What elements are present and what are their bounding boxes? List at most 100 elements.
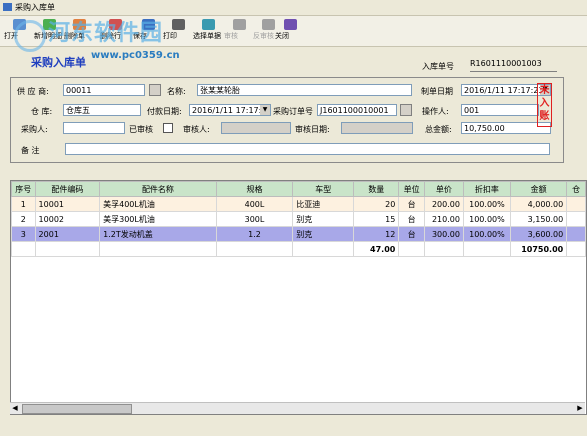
scroll-thumb[interactable] <box>22 404 132 414</box>
auditor-label: 审核人: <box>183 125 210 134</box>
operator-field[interactable]: 001 <box>461 104 539 116</box>
column-header[interactable]: 金额 <box>509 181 568 197</box>
table-cell[interactable]: 别克 <box>292 226 355 242</box>
table-cell <box>293 369 354 383</box>
table-row[interactable]: 1 10001 美孚400L机油 400L 比亚迪 20 台 200.00 100.00% 4,0… <box>11 196 586 212</box>
table-cell[interactable]: 比亚迪 <box>292 196 355 212</box>
column-header[interactable]: 数量 <box>353 181 400 197</box>
table-cell[interactable]: 台 <box>398 226 425 242</box>
table-cell <box>100 327 217 341</box>
table-cell[interactable]: 1 <box>11 196 36 212</box>
table-cell[interactable]: 台 <box>398 211 425 227</box>
table-cell[interactable]: 2001 <box>34 226 101 242</box>
paydate-value: 2016/1/11 17:17:2 <box>192 106 267 115</box>
column-header[interactable]: 仓 <box>566 181 586 197</box>
table-cell[interactable] <box>566 226 586 242</box>
table-cell <box>567 327 586 341</box>
table-cell[interactable]: 1.2T发动机盖 <box>99 226 217 242</box>
table-cell <box>567 257 586 272</box>
column-header[interactable]: 序号 <box>11 181 36 197</box>
empty-row <box>12 257 586 272</box>
table-cell <box>567 285 586 299</box>
po-picker-button[interactable] <box>400 104 412 116</box>
column-header[interactable]: 单位 <box>398 181 425 197</box>
table-cell <box>99 241 217 257</box>
table-cell <box>100 341 217 355</box>
table-cell[interactable]: 10001 <box>34 196 101 212</box>
table-cell <box>463 299 510 313</box>
audited-checkbox[interactable] <box>163 123 173 133</box>
table-cell <box>510 383 566 397</box>
column-header[interactable]: 折扣率 <box>462 181 511 197</box>
table-cell <box>567 299 586 313</box>
column-header[interactable]: 单价 <box>423 181 464 197</box>
table-cell[interactable]: 3 <box>11 226 36 242</box>
toolbar-icon <box>232 19 246 30</box>
total-qty: 47.00 <box>353 241 400 257</box>
table-cell[interactable]: 100.00% <box>462 226 511 242</box>
table-cell <box>424 313 463 327</box>
table-cell <box>216 257 293 272</box>
supplier-name-field[interactable]: 张某某轮胎 <box>197 84 412 96</box>
table-cell <box>399 257 425 272</box>
date-value: 2016/1/11 17:17:23 <box>464 86 544 95</box>
table-cell[interactable]: 100.00% <box>462 196 511 212</box>
table-cell[interactable] <box>566 211 586 227</box>
buyer-label: 采购人: <box>21 125 48 134</box>
table-cell[interactable]: 3,150.00 <box>509 211 568 227</box>
header-panel: 供 应 商: 00011 名称: 张某某轮胎 制单日期 2016/1/11 17… <box>10 77 564 163</box>
column-header[interactable]: 配件编码 <box>34 181 101 197</box>
empty-row <box>12 285 586 299</box>
column-header[interactable]: 配件名称 <box>99 181 217 197</box>
table-cell[interactable]: 300.00 <box>423 226 464 242</box>
table-cell[interactable]: 100.00% <box>462 211 511 227</box>
toolbar-label: 选择单据 <box>193 32 221 40</box>
table-cell[interactable]: 美孚400L机油 <box>99 196 217 212</box>
scroll-right-icon[interactable]: ▶ <box>575 403 585 413</box>
toolbar-button-6[interactable]: 选择单据 <box>193 17 223 45</box>
table-cell <box>399 383 425 397</box>
warehouse-field[interactable]: 仓库五 <box>63 104 141 116</box>
table-cell[interactable]: 台 <box>398 196 425 212</box>
table-cell <box>424 355 463 369</box>
table-cell[interactable]: 别克 <box>292 211 355 227</box>
table-cell[interactable]: 200.00 <box>423 196 464 212</box>
table-row[interactable]: 3 2001 1.2T发动机盖 1.2 别克 12 台 300.00 100.00% 3,600.… <box>11 226 586 242</box>
table-cell <box>354 383 399 397</box>
table-cell <box>216 313 293 327</box>
empty-row <box>12 341 586 355</box>
po-field[interactable]: J1601100010001 <box>317 104 397 116</box>
table-cell[interactable]: 210.00 <box>423 211 464 227</box>
scroll-left-icon[interactable]: ◀ <box>10 403 20 413</box>
table-cell <box>510 369 566 383</box>
column-header[interactable]: 车型 <box>292 181 355 197</box>
toolbar-button-5[interactable]: 打印 <box>163 17 193 45</box>
paydate-picker[interactable]: 2016/1/11 17:17:2 ▼ <box>189 104 271 116</box>
table-row[interactable]: 2 10002 美孚300L机油 300L 别克 15 台 210.00 100.00% 3,15… <box>11 211 586 227</box>
table-cell <box>216 327 293 341</box>
horizontal-scrollbar[interactable]: ◀ ▶ <box>10 402 585 414</box>
table-cell <box>510 313 566 327</box>
supplier-picker-button[interactable] <box>149 84 161 96</box>
table-cell[interactable]: 2 <box>11 211 36 227</box>
supplier-code-field[interactable]: 00011 <box>63 84 145 96</box>
table-cell[interactable]: 12 <box>353 226 400 242</box>
remark-label: 备 注 <box>21 146 40 155</box>
column-header[interactable]: 规格 <box>215 181 294 197</box>
table-cell[interactable]: 1.2 <box>215 226 294 242</box>
buyer-field[interactable] <box>63 122 125 134</box>
table-cell <box>424 285 463 299</box>
table-cell[interactable] <box>566 196 586 212</box>
table-cell[interactable]: 400L <box>215 196 294 212</box>
table-cell[interactable]: 3,600.00 <box>509 226 568 242</box>
table-cell[interactable]: 20 <box>353 196 400 212</box>
table-cell[interactable]: 15 <box>353 211 400 227</box>
table-cell <box>463 271 510 285</box>
table-cell <box>354 299 399 313</box>
toolbar-button-9[interactable]: 关闭 <box>275 17 305 45</box>
table-cell[interactable]: 美孚300L机油 <box>99 211 217 227</box>
table-cell[interactable]: 4,000.00 <box>509 196 568 212</box>
remark-field[interactable] <box>65 143 550 155</box>
table-cell[interactable]: 300L <box>215 211 294 227</box>
table-cell[interactable]: 10002 <box>34 211 101 227</box>
